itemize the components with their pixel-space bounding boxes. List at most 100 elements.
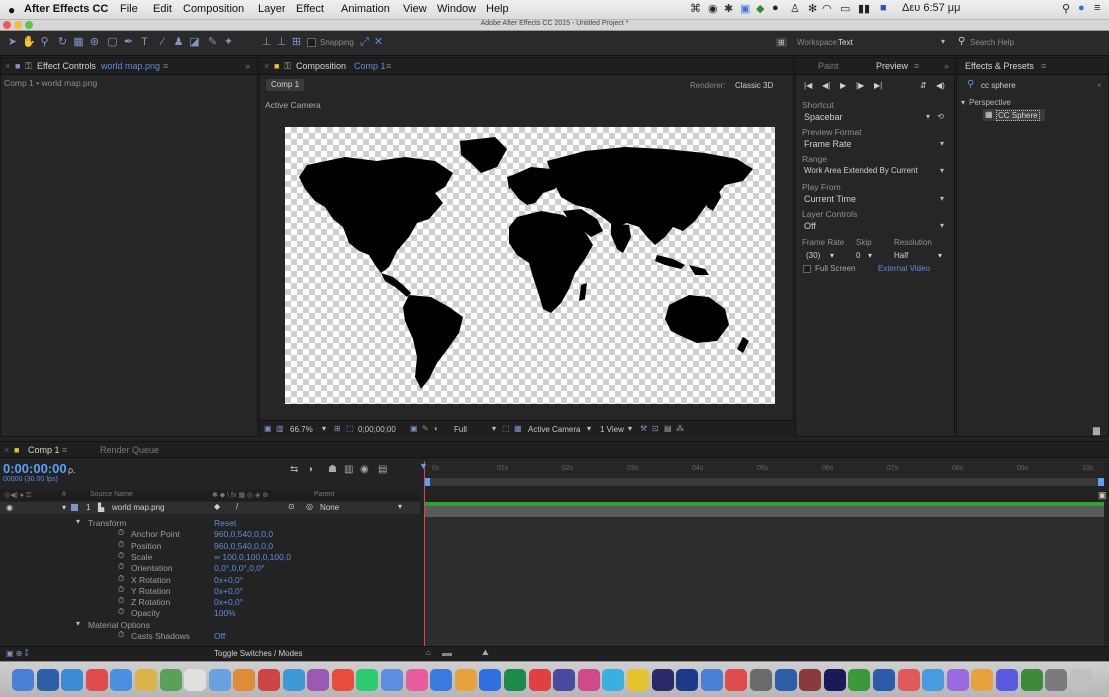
snap-icon[interactable]: ✕ xyxy=(372,36,385,49)
stopwatch-icon[interactable]: ⏱ xyxy=(118,607,124,617)
zoom-tool-icon[interactable]: ⚲ xyxy=(38,36,51,49)
property-row[interactable]: ⏱ Orientation 0,0°,0,0°,0,0° xyxy=(0,562,420,573)
property-value[interactable]: ∞ 100,0,100,0,100,0 xyxy=(214,552,291,562)
notifications-icon[interactable]: ≡ xyxy=(1094,2,1100,14)
world-axis-icon[interactable]: ⊥ xyxy=(275,36,288,49)
zoom-in-icon[interactable]: ⛰ xyxy=(482,648,489,658)
effects-presets-tab[interactable]: Effects & Presets xyxy=(965,61,1034,71)
property-value[interactable]: 100% xyxy=(214,608,236,618)
parent-dropdown[interactable]: None xyxy=(320,503,339,512)
dock-app-icon[interactable] xyxy=(1020,669,1043,691)
range-dropdown[interactable]: Work Area Extended By Current ▾ xyxy=(800,166,950,180)
dock-app-icon[interactable] xyxy=(12,669,34,691)
composition-tab[interactable]: Composition xyxy=(296,61,346,71)
menu-file[interactable]: File xyxy=(120,3,138,15)
effects-search-input[interactable]: cc sphere xyxy=(981,81,1016,90)
puppet-tool-icon[interactable]: ✦ xyxy=(222,36,235,49)
dock-app-icon[interactable] xyxy=(725,669,748,691)
chevron-down-icon[interactable]: ▾ xyxy=(868,251,872,260)
resolution-dropdown[interactable]: Half xyxy=(894,251,908,260)
panel-expand-icon[interactable]: » xyxy=(245,61,250,71)
menu-help[interactable]: Help xyxy=(486,3,509,15)
bluetooth-icon[interactable]: ✻ xyxy=(808,2,817,15)
renderer-value[interactable]: Classic 3D xyxy=(735,81,773,90)
property-row[interactable]: ▾ Transform Reset xyxy=(0,517,420,528)
parent-pickwhip-icon[interactable]: ◎ xyxy=(306,502,313,511)
menu-composition[interactable]: Composition xyxy=(183,3,244,15)
hand-tool-icon[interactable]: ✋ xyxy=(22,36,36,49)
reset-icon[interactable]: ⟲ xyxy=(937,112,944,121)
panel-close-icon[interactable]: × xyxy=(4,445,9,455)
flag-icon[interactable]: ■ xyxy=(880,2,887,14)
panel-options-icon[interactable]: ≡ xyxy=(1041,61,1046,71)
source-name-header[interactable]: Source Name xyxy=(90,491,133,498)
zoom-slider[interactable] xyxy=(442,653,452,656)
dock-app-icon[interactable] xyxy=(1045,669,1068,691)
dock-app-icon[interactable] xyxy=(454,669,477,691)
time-ruler[interactable]: 0s 01s 02s 03s 04s 05s 06s 07s 08s 09s 10s xyxy=(424,461,1104,477)
panel-options-icon[interactable]: ≡ xyxy=(62,445,67,455)
dock-app-icon[interactable] xyxy=(159,669,182,691)
dock-app-icon[interactable] xyxy=(577,669,600,691)
app-name[interactable]: After Effects CC xyxy=(24,3,108,15)
chevron-down-icon[interactable]: ▾ xyxy=(830,251,834,260)
property-value[interactable]: 0,0°,0,0°,0,0° xyxy=(214,563,264,573)
skip-dropdown[interactable]: 0 xyxy=(856,251,860,260)
property-value[interactable]: 960,0,540,0,0,0 xyxy=(214,541,273,551)
shortcut-dropdown[interactable]: Spacebar ▾ ⟲ xyxy=(800,112,950,126)
flowchart-icon[interactable]: ⁂ xyxy=(676,424,684,433)
menu-window[interactable]: Window xyxy=(437,3,476,15)
chevron-down-icon[interactable]: ▾ xyxy=(398,502,402,511)
dock-app-icon[interactable] xyxy=(750,669,772,691)
panel-close-icon[interactable]: × xyxy=(264,61,269,71)
layer-label-color[interactable] xyxy=(71,504,78,511)
panel-options-icon[interactable]: ≡ xyxy=(914,61,919,71)
dock-app-icon[interactable] xyxy=(184,669,207,691)
property-row[interactable]: ⏱ X Rotation 0x+0,0° xyxy=(0,574,420,585)
dock-app-icon[interactable] xyxy=(504,669,526,691)
safe-zones-icon[interactable]: ⊞ xyxy=(334,424,341,433)
effect-item-row[interactable]: ▦ CC Sphere xyxy=(983,109,1045,121)
dock-app-icon[interactable] xyxy=(971,669,994,691)
property-row[interactable]: ⏱ Casts Shadows Off xyxy=(0,630,420,641)
comp-viewer-tab[interactable]: Comp 1 xyxy=(266,79,305,91)
panel-close-icon[interactable]: × xyxy=(5,61,10,71)
type-tool-icon[interactable]: T xyxy=(138,36,151,49)
work-area-end-handle[interactable] xyxy=(1098,478,1104,486)
workspace-value[interactable]: Text xyxy=(838,38,853,47)
stopwatch-icon[interactable]: ⏱ xyxy=(118,540,124,550)
frame-blending-icon[interactable]: ▥ xyxy=(344,464,353,475)
layer-controls-dropdown[interactable]: Off ▾ xyxy=(800,221,950,235)
dock-app-icon[interactable] xyxy=(897,669,920,691)
dock-app-icon[interactable] xyxy=(405,669,428,691)
dock-app-icon[interactable] xyxy=(700,669,723,691)
transparency-grid-icon[interactable]: ▦ xyxy=(514,424,522,433)
menu-view[interactable]: View xyxy=(403,3,427,15)
preview-format-dropdown[interactable]: Frame Rate ▾ xyxy=(800,139,950,153)
composition-name-link[interactable]: Comp 1 xyxy=(354,61,386,71)
dock-app-icon[interactable] xyxy=(676,669,699,691)
lock-icon[interactable]: ⚿ xyxy=(25,61,32,72)
work-area-bar[interactable] xyxy=(424,478,1104,486)
panel-expand-icon[interactable]: » xyxy=(944,61,949,71)
dock-app-icon[interactable] xyxy=(479,669,502,691)
mask-icon[interactable]: ⬚ xyxy=(346,424,354,433)
disclosure-triangle-icon[interactable]: ▾ xyxy=(961,98,965,107)
timeline-comp-tab[interactable]: Comp 1 xyxy=(28,445,60,455)
dock-app-icon[interactable] xyxy=(85,669,108,691)
shy-switch-icon[interactable]: ◆ xyxy=(214,502,220,511)
current-time-indicator[interactable] xyxy=(424,461,425,646)
chevron-down-icon[interactable]: ▾ xyxy=(492,424,496,433)
dock-app-icon[interactable] xyxy=(282,669,305,691)
dock-app-icon[interactable] xyxy=(848,669,871,691)
toggle-switches-modes[interactable]: Toggle Switches / Modes xyxy=(214,649,303,658)
dock-app-icon[interactable] xyxy=(110,669,133,691)
paint-tab[interactable]: Paint xyxy=(818,61,839,71)
stopwatch-icon[interactable]: ⏱ xyxy=(118,596,124,606)
brush-tool-icon[interactable]: ⁄ xyxy=(156,36,169,49)
show-snapshot-icon[interactable]: ✎ xyxy=(422,424,429,433)
clock[interactable]: Δευ 6:57 μμ xyxy=(902,2,960,14)
menu-effect[interactable]: Effect xyxy=(296,3,324,15)
pan-behind-tool-icon[interactable]: ⊛ xyxy=(88,36,101,49)
chevron-down-icon[interactable]: ▾ xyxy=(322,424,326,433)
